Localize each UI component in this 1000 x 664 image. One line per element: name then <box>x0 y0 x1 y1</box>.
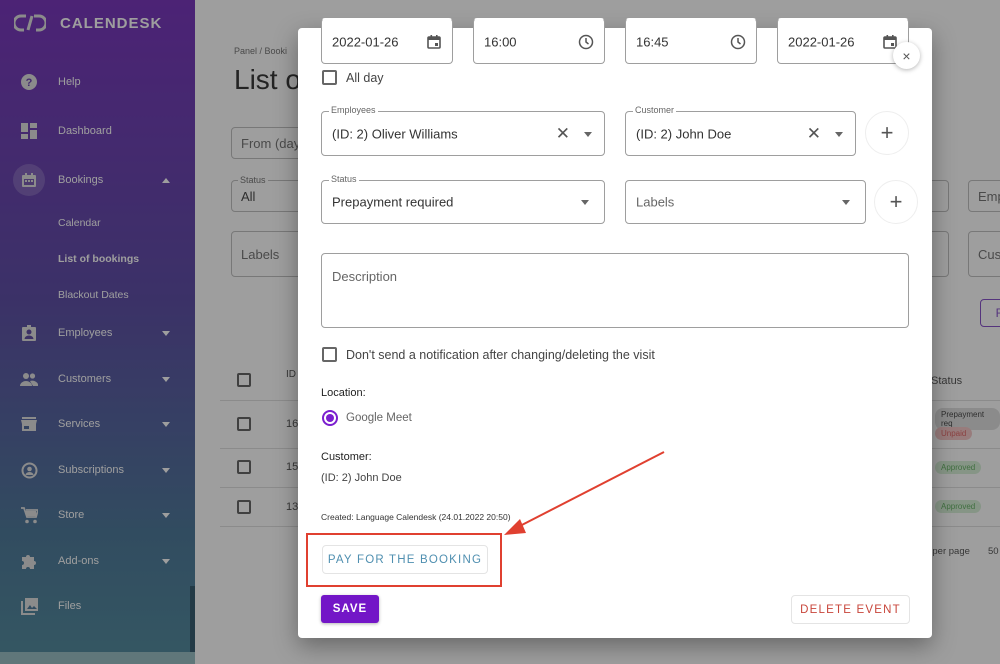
customer-info: (ID: 2) John Doe <box>321 472 402 484</box>
calendar-icon[interactable] <box>426 34 442 50</box>
clear-icon[interactable]: ✕ <box>807 124 821 144</box>
location-heading: Location: <box>321 387 366 399</box>
annotation-highlight-box <box>306 533 502 587</box>
dropdown-arrow-icon[interactable] <box>581 200 589 205</box>
close-icon: × <box>902 47 911 64</box>
dropdown-arrow-icon[interactable] <box>842 200 850 205</box>
no-notification-label: Don't send a notification after changing… <box>346 348 655 362</box>
customer-heading: Customer: <box>321 451 372 463</box>
all-day-label: All day <box>346 71 384 85</box>
add-label-button[interactable]: + <box>874 180 918 224</box>
no-notification-checkbox[interactable] <box>322 347 337 362</box>
labels-select[interactable]: Labels <box>625 180 866 224</box>
dropdown-arrow-icon[interactable] <box>584 131 592 137</box>
dropdown-arrow-icon[interactable] <box>835 131 843 137</box>
employees-select[interactable]: Employees (ID: 2) Oliver Williams ✕ <box>321 105 605 156</box>
all-day-checkbox[interactable] <box>322 70 337 85</box>
clear-icon[interactable]: ✕ <box>556 124 570 144</box>
delete-event-button[interactable]: DELETE EVENT <box>791 595 910 624</box>
clock-icon[interactable] <box>578 34 594 50</box>
plus-icon: + <box>889 189 903 214</box>
created-info: Created: Language Calendesk (24.01.2022 … <box>321 512 511 522</box>
created-value: Language Calendesk (24.01.2022 20:50) <box>355 512 511 522</box>
add-customer-button[interactable]: + <box>865 111 909 155</box>
customer-select[interactable]: Customer (ID: 2) John Doe ✕ <box>625 105 856 156</box>
location-option-label: Google Meet <box>346 412 412 424</box>
created-label: Created: <box>321 512 354 522</box>
status-select[interactable]: Status Prepayment required <box>321 174 605 224</box>
description-textarea[interactable]: Description <box>321 253 909 328</box>
clock-icon[interactable] <box>730 34 746 50</box>
location-radio-google-meet[interactable] <box>322 410 338 426</box>
close-dialog-button[interactable]: × <box>893 42 920 69</box>
save-button[interactable]: SAVE <box>321 595 379 623</box>
plus-icon: + <box>880 120 894 145</box>
